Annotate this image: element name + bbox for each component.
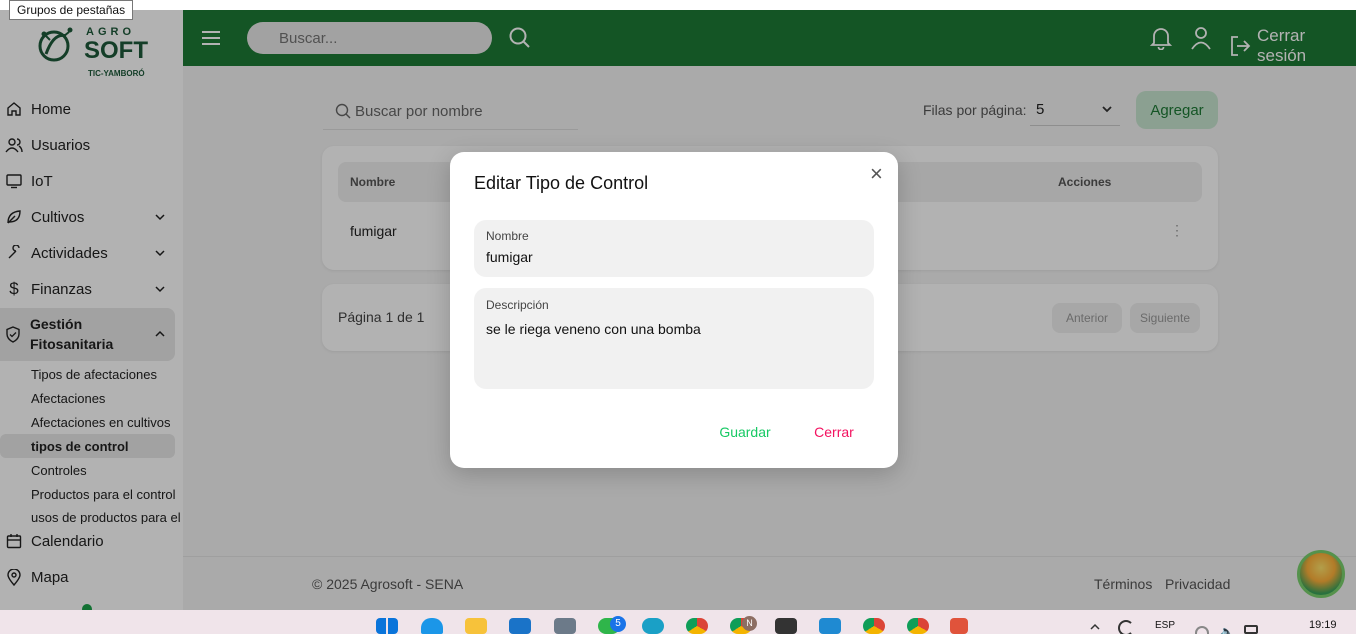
file-explorer-icon[interactable] [465,618,487,634]
volume-icon[interactable]: 🔈 [1220,625,1234,634]
store-icon[interactable] [509,618,531,634]
tab-groups-tooltip: Grupos de pestañas [9,0,134,20]
chrome-profile-icon[interactable] [863,618,885,634]
chevron-up-icon[interactable] [1088,620,1102,632]
nombre-value: fumigar [486,249,533,265]
close-icon[interactable]: × [870,161,883,187]
language-indicator[interactable]: ESP [1155,620,1175,631]
edit-control-type-modal: Editar Tipo de Control × Nombre fumigar … [450,152,898,468]
descripcion-field[interactable]: Descripción se le riega veneno con una b… [474,288,874,389]
windows-start-icon[interactable] [376,618,398,634]
edge-icon[interactable] [642,618,664,634]
descripcion-value: se le riega veneno con una bomba [486,321,701,337]
chrome-profile-icon[interactable] [907,618,929,634]
calculator-icon[interactable] [554,618,576,634]
nombre-field[interactable]: Nombre fumigar [474,220,874,277]
notification-badge: 5 [610,616,626,632]
battery-icon[interactable] [1244,625,1258,634]
close-button[interactable]: Cerrar [796,416,872,448]
descripcion-label: Descripción [486,298,549,312]
os-taskbar: 5 N ESP 🔈 19:19 [0,610,1356,634]
terminal-icon[interactable] [775,618,797,634]
refresh-icon[interactable] [1118,620,1134,634]
clock-time[interactable]: 19:19 [1309,619,1337,631]
profile-avatar: N [742,616,757,631]
chrome-icon[interactable] [686,618,708,634]
office-icon[interactable] [950,618,968,634]
wifi-icon[interactable] [1195,626,1209,634]
modal-title: Editar Tipo de Control [474,173,649,193]
vscode-icon[interactable] [819,618,841,634]
save-button[interactable]: Guardar [706,416,784,448]
weather-icon[interactable] [421,618,443,634]
nombre-label: Nombre [486,229,529,243]
